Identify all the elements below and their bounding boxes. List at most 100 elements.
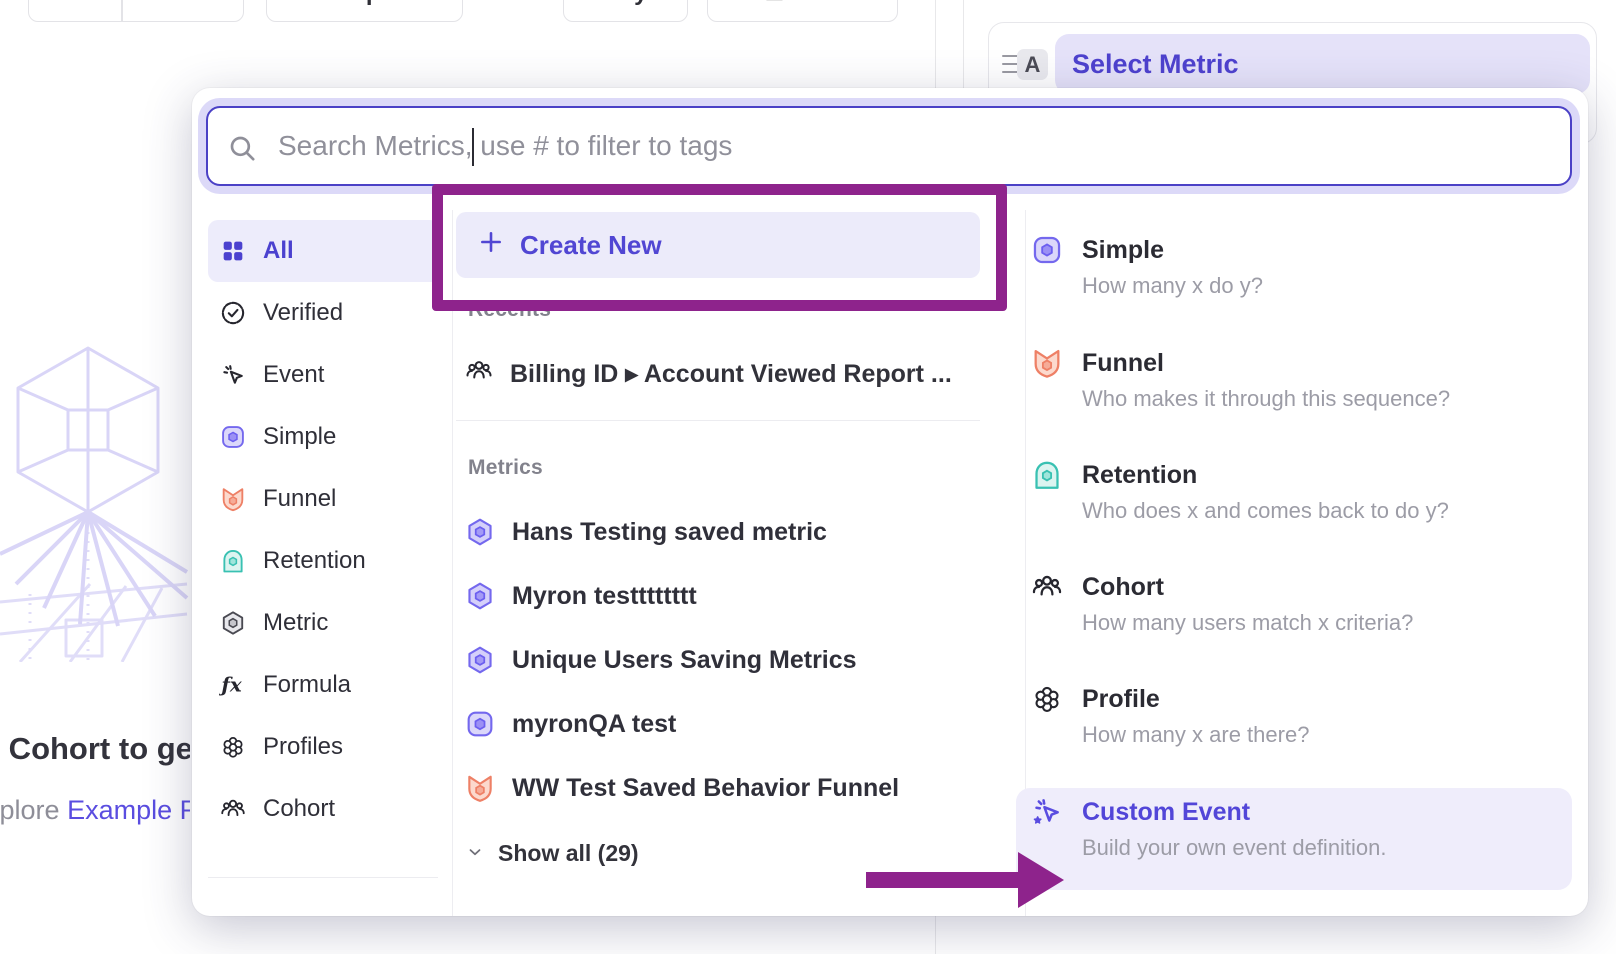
metric-type-cohort[interactable]: Cohort How many users match x criteria? — [1030, 570, 1588, 637]
type-title: Retention — [1082, 458, 1588, 492]
retention-metric-icon — [218, 546, 248, 576]
type-description: How many x do y? — [1082, 272, 1588, 300]
sidebar-item-label: Event — [263, 361, 324, 389]
simple-metric-icon — [218, 422, 248, 452]
subtext-lead: xplore — [0, 795, 60, 825]
saved-metric-hexagon-icon — [464, 516, 496, 548]
date-range-segmented-control: 12M YTD — [28, 0, 244, 22]
sidebar-item-label: Cohort — [263, 795, 335, 823]
metric-list-item[interactable]: Myron testttttttt — [464, 564, 984, 628]
type-title: Profile — [1082, 682, 1588, 716]
search-icon — [226, 132, 258, 169]
metric-item-label: myronQA test — [512, 710, 676, 739]
cohort-people-icon — [218, 794, 248, 824]
sidebar-item-tags[interactable]: Tags — [208, 896, 440, 916]
saved-metric-hexagon-icon — [464, 644, 496, 676]
create-new-label: Create New — [520, 230, 662, 261]
sidebar-footer: Tags — [208, 896, 440, 916]
drag-handle-icon[interactable] — [1002, 55, 1018, 73]
sidebar-item-metric[interactable]: Metric — [208, 592, 440, 654]
sidebar-column-divider — [452, 210, 453, 916]
range-ytd-button[interactable]: YTD — [123, 0, 244, 21]
select-metric-button[interactable]: Select Metric — [1055, 34, 1590, 94]
range-12m-button[interactable]: 12M — [29, 0, 121, 21]
compare-button[interactable]: Compare — [266, 0, 463, 22]
range-12m-label: 12M — [52, 0, 99, 7]
metric-type-custom-event[interactable]: Custom Event Build your own event defini… — [1030, 795, 1588, 862]
sidebar-item-all[interactable]: All — [208, 220, 440, 282]
sidebar-item-simple[interactable]: Simple — [208, 406, 440, 468]
example-link[interactable]: Example R — [67, 795, 190, 825]
compare-label: Compare — [312, 0, 416, 7]
metric-hexagon-icon — [218, 608, 248, 638]
funnel-metric-icon — [1030, 346, 1064, 380]
chevron-down-icon — [202, 0, 220, 7]
metric-picker-modal: All Verified Event Simple — [192, 88, 1588, 916]
sidebar-item-label: Formula — [263, 671, 351, 699]
funnel-metric-icon — [464, 772, 496, 804]
svg-text:ƒx: ƒx — [219, 672, 242, 696]
chevron-down-icon — [466, 840, 484, 867]
simple-metric-icon — [1030, 233, 1064, 267]
type-title: Cohort — [1082, 570, 1588, 604]
empty-state-headline: r Cohort to ge — [0, 726, 190, 772]
metric-list-item[interactable]: Unique Users Saving Metrics — [464, 628, 984, 692]
metric-list-item[interactable]: myronQA test — [464, 692, 984, 756]
verified-badge-icon — [218, 298, 248, 328]
sidebar-divider — [208, 877, 438, 878]
profiles-cluster-icon — [218, 732, 248, 762]
funnel-metric-icon — [218, 484, 248, 514]
type-description: Build your own event definition. — [1082, 834, 1588, 862]
cohort-people-icon — [464, 356, 494, 393]
show-all-label: Show all (29) — [498, 840, 639, 867]
sidebar-item-event[interactable]: Event — [208, 344, 440, 406]
cohort-people-icon — [1030, 570, 1064, 604]
sidebar-item-cohort[interactable]: Cohort — [208, 778, 440, 840]
type-description: Who does x and comes back to do y? — [1082, 497, 1588, 525]
grid-icon — [218, 236, 248, 266]
sidebar-item-label: Verified — [263, 299, 343, 327]
day-label: Day — [603, 0, 647, 7]
formula-fx-icon: ƒx — [218, 670, 248, 700]
panel-edge-divider — [963, 0, 964, 88]
sidebar-item-label: All — [263, 237, 294, 265]
sidebar-item-formula[interactable]: ƒx Formula — [208, 654, 440, 716]
show-all-toggle[interactable]: Show all (29) — [466, 838, 639, 868]
chart-type-line-button[interactable]: Line — [707, 0, 898, 22]
metric-type-funnel[interactable]: Funnel Who makes it through this sequenc… — [1030, 346, 1588, 413]
create-new-button[interactable]: Create New — [456, 212, 980, 278]
profiles-cluster-icon — [1030, 682, 1064, 716]
sidebar-item-label: Profiles — [263, 733, 343, 761]
tag-icon — [218, 912, 248, 916]
metric-list-item[interactable]: WW Test Saved Behavior Funnel — [464, 756, 984, 820]
search-input[interactable] — [208, 129, 1570, 163]
metric-list-item[interactable]: Hans Testing saved metric — [464, 500, 984, 564]
metric-type-retention[interactable]: Retention Who does x and comes back to d… — [1030, 458, 1588, 525]
sidebar-item-funnel[interactable]: Funnel — [208, 468, 440, 530]
type-title: Simple — [1082, 233, 1588, 267]
category-sidebar: All Verified Event Simple — [208, 220, 440, 840]
metric-item-label: Unique Users Saving Metrics — [512, 646, 857, 675]
metric-type-simple[interactable]: Simple How many x do y? — [1030, 233, 1588, 300]
type-title: Custom Event — [1082, 795, 1588, 829]
sidebar-item-label: Simple — [263, 423, 336, 451]
custom-event-icon — [1030, 795, 1064, 829]
search-box — [206, 106, 1572, 186]
sidebar-item-verified[interactable]: Verified — [208, 282, 440, 344]
sidebar-item-profiles[interactable]: Profiles — [208, 716, 440, 778]
metric-item-label: Myron testttttttt — [512, 582, 697, 611]
empty-state-subtext: xplore Example R — [0, 790, 190, 830]
recent-metric-label: Billing ID ▸ Account Viewed Report ... — [510, 359, 952, 389]
granularity-day-button[interactable]: Day — [563, 0, 688, 22]
metrics-section-label: Metrics — [468, 456, 543, 480]
line-chart-icon — [757, 0, 787, 12]
recents-section-label: Recents — [468, 298, 551, 322]
recent-metric-item[interactable]: Billing ID ▸ Account Viewed Report ... — [464, 356, 952, 392]
sidebar-item-label: Tags — [263, 913, 314, 916]
metric-type-profile[interactable]: Profile How many x are there? — [1030, 682, 1588, 749]
type-description: How many x are there? — [1082, 721, 1588, 749]
sidebar-item-retention[interactable]: Retention — [208, 530, 440, 592]
simple-metric-icon — [464, 708, 496, 740]
series-a-badge: A — [1017, 49, 1048, 80]
metric-item-label: WW Test Saved Behavior Funnel — [512, 774, 899, 803]
